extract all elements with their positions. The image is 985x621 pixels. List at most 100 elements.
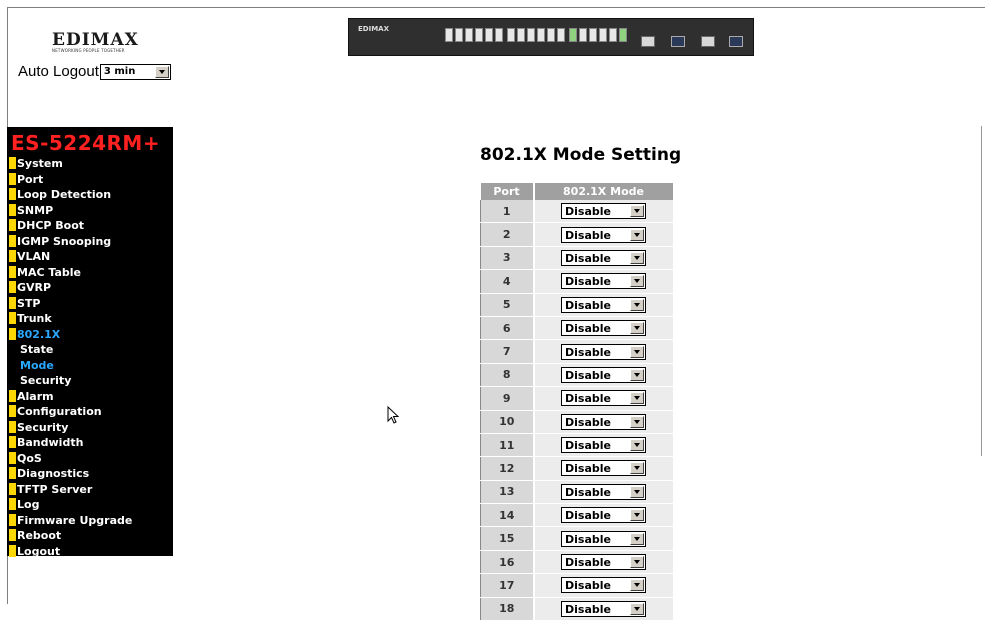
sidebar-item-label: Alarm — [17, 389, 54, 403]
mode-select[interactable]: Disable — [561, 296, 646, 313]
menu-marker-icon — [9, 203, 16, 216]
chevron-down-icon[interactable] — [630, 556, 644, 569]
sidebar-item-tftp-server[interactable]: TFTP Server — [9, 482, 173, 498]
sidebar-item-logout[interactable]: Logout — [9, 544, 173, 560]
table-row: 18 Disable — [480, 597, 673, 621]
mode-value: Disable — [565, 368, 611, 382]
sfp-slot — [641, 36, 655, 47]
chevron-down-icon[interactable] — [630, 275, 644, 288]
chevron-down-icon[interactable] — [630, 251, 644, 264]
mode-select[interactable]: Disable — [561, 483, 646, 500]
sidebar-item-label: Diagnostics — [17, 467, 90, 480]
mode-select[interactable]: Disable — [561, 343, 646, 360]
logo-brand-text: EDIMAX — [52, 30, 139, 50]
mode-select[interactable]: Disable — [561, 460, 646, 477]
mode-cell: Disable — [533, 597, 673, 621]
mode-select[interactable]: Disable — [561, 203, 646, 220]
mode-cell: Disable — [533, 480, 673, 505]
chevron-down-icon[interactable] — [630, 532, 644, 545]
chevron-down-icon[interactable] — [630, 345, 644, 358]
mode-value: Disable — [565, 532, 611, 546]
sidebar-item-label: IGMP Snooping — [17, 234, 112, 248]
edimax-logo: EDIMAX NETWORKING PEOPLE TOGETHER — [52, 30, 139, 54]
sidebar-item-port[interactable]: Port — [9, 172, 173, 188]
mode-cell: Disable — [533, 526, 673, 551]
table-row: 7 Disable — [480, 339, 673, 364]
sidebar-item-igmp-snooping[interactable]: IGMP Snooping — [9, 234, 173, 250]
sidebar-item-security[interactable]: Security — [9, 420, 173, 436]
sidebar-item-snmp[interactable]: SNMP — [9, 203, 173, 219]
sidebar-item-stp[interactable]: STP — [9, 296, 173, 312]
menu-marker-icon — [9, 265, 16, 278]
sidebar-item-alarm[interactable]: Alarm — [9, 389, 173, 405]
sidebar-item-reboot[interactable]: Reboot — [9, 528, 173, 544]
table-row: 3 Disable — [480, 246, 673, 271]
sidebar-item-dhcp-boot[interactable]: DHCP Boot — [9, 218, 173, 234]
chevron-down-icon[interactable] — [630, 368, 644, 381]
mode-select[interactable]: Disable — [561, 577, 646, 594]
sidebar-item-security[interactable]: Security — [9, 373, 173, 389]
mode-value: Disable — [565, 392, 611, 406]
mode-select[interactable]: Disable — [561, 554, 646, 571]
menu-marker-icon — [9, 312, 16, 324]
mode-cell: Disable — [533, 550, 673, 575]
mode-select[interactable]: Disable — [561, 273, 646, 290]
sidebar-item-trunk[interactable]: Trunk — [9, 311, 173, 327]
scrollbar[interactable] — [981, 126, 985, 456]
sidebar-item-configuration[interactable]: Configuration — [9, 404, 173, 420]
sidebar-item-label: Log — [17, 498, 40, 511]
sidebar-item-label: Security — [17, 420, 69, 434]
mode-select[interactable]: Disable — [561, 390, 646, 407]
chevron-down-icon[interactable] — [630, 462, 644, 475]
chevron-down-icon[interactable] — [630, 509, 644, 522]
chevron-down-icon[interactable] — [630, 602, 644, 615]
chevron-down-icon[interactable] — [630, 392, 644, 405]
chevron-down-icon[interactable] — [630, 298, 644, 311]
chevron-down-icon[interactable] — [630, 228, 644, 241]
model-title: ES-5224RM+ — [11, 131, 161, 155]
mode-select[interactable]: Disable — [561, 366, 646, 383]
table-row: 6 Disable — [480, 316, 673, 341]
mode-select[interactable]: Disable — [561, 320, 646, 337]
sidebar-item-qos[interactable]: QoS — [9, 451, 173, 467]
sidebar-item-label: VLAN — [17, 250, 51, 263]
port-number: 1 — [480, 200, 535, 224]
sidebar-item-bandwidth[interactable]: Bandwidth — [9, 435, 173, 451]
sidebar-item-gvrp[interactable]: GVRP — [9, 280, 173, 296]
mode-select[interactable]: Disable — [561, 226, 646, 243]
sidebar-item-log[interactable]: Log — [9, 497, 173, 513]
sidebar-item-802-1x[interactable]: 802.1X — [9, 327, 173, 343]
mode-select[interactable]: Disable — [561, 507, 646, 524]
port-number: 10 — [480, 410, 535, 434]
mode-select[interactable]: Disable — [561, 437, 646, 454]
sfp-slot — [701, 36, 715, 47]
chevron-down-icon[interactable] — [630, 485, 644, 498]
chevron-down-icon[interactable] — [630, 205, 644, 218]
sidebar-item-state[interactable]: State — [9, 342, 173, 358]
sidebar-item-loop-detection[interactable]: Loop Detection — [9, 187, 173, 203]
menu-marker-icon — [9, 436, 16, 448]
sidebar-item-mode[interactable]: Mode — [9, 358, 173, 374]
auto-logout-select[interactable]: 3 min — [99, 64, 171, 81]
mode-select[interactable]: Disable — [561, 600, 646, 617]
sidebar-item-diagnostics[interactable]: Diagnostics — [9, 466, 173, 482]
chevron-down-icon[interactable] — [630, 579, 644, 592]
mode-select[interactable]: Disable — [561, 530, 646, 547]
sidebar-item-label: State — [20, 343, 54, 356]
chevron-down-icon[interactable] — [630, 439, 644, 452]
port-group-1 — [445, 28, 503, 42]
menu-marker-icon — [9, 451, 16, 464]
sidebar-item-system[interactable]: System — [9, 156, 173, 172]
menu-marker-icon — [9, 389, 16, 402]
mode-select[interactable]: Disable — [561, 249, 646, 266]
sidebar-item-label: TFTP Server — [17, 482, 93, 496]
chevron-down-icon[interactable] — [630, 322, 644, 335]
menu-list: System Port Loop Detection SNMP DHCP Boot IGM… — [9, 156, 173, 559]
sidebar-item-mac-table[interactable]: MAC Table — [9, 265, 173, 281]
mode-select[interactable]: Disable — [561, 413, 646, 430]
mode-cell: Disable — [533, 246, 673, 271]
sidebar-item-firmware-upgrade[interactable]: Firmware Upgrade — [9, 513, 173, 529]
chevron-down-icon[interactable] — [630, 415, 644, 428]
chevron-down-icon[interactable] — [154, 66, 169, 79]
sidebar-item-vlan[interactable]: VLAN — [9, 249, 173, 265]
